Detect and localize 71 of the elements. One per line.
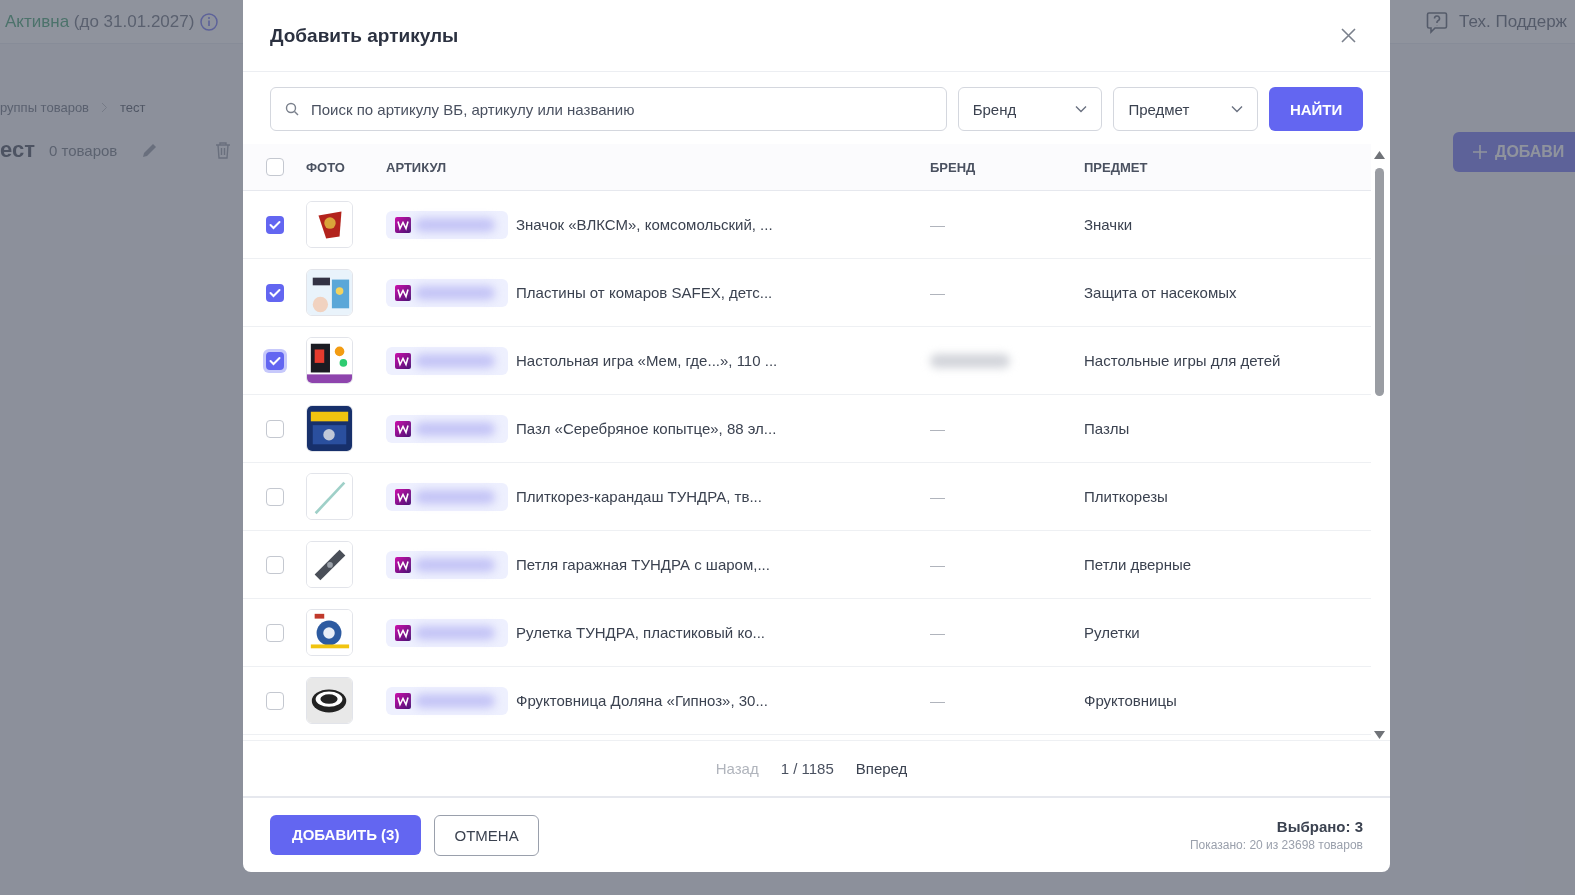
chevron-down-icon xyxy=(1075,105,1088,113)
brand-cell-text: — xyxy=(930,420,946,437)
scroll-down-icon[interactable] xyxy=(1373,730,1386,740)
checkmark-icon xyxy=(268,287,281,298)
marketplace-icon xyxy=(395,420,411,437)
subject-cell-text: Фруктовницы xyxy=(1084,692,1178,709)
column-header: АРТИКУЛ xyxy=(386,159,448,175)
checkbox[interactable] xyxy=(265,487,284,506)
product-name: Плиткорез-карандаш ТУНДРА, тв... xyxy=(516,488,762,505)
column-header: БРЕНД xyxy=(930,159,977,175)
plus-icon xyxy=(1473,145,1487,159)
next-page-button[interactable]: Вперед xyxy=(855,760,908,777)
marketplace-icon xyxy=(395,488,411,505)
shown-count: Показано: 20 из 23698 товаров xyxy=(1189,838,1363,852)
brand-cell-text: — xyxy=(930,692,946,709)
checkmark-icon xyxy=(268,355,281,366)
dialog-title: Добавить артикулы xyxy=(270,24,459,47)
breadcrumb-current: тест xyxy=(120,100,146,115)
checkbox[interactable] xyxy=(265,158,284,176)
marketplace-icon xyxy=(395,216,411,233)
column-header: ФОТО xyxy=(306,159,346,175)
product-name: Настольная игра «Мем, где...», 110 ... xyxy=(516,352,778,369)
subject-cell-text: Значки xyxy=(1084,216,1134,233)
selected-count: Выбрано: 3 xyxy=(1276,818,1363,835)
filter-dropdown[interactable]: Предмет xyxy=(1113,87,1259,131)
subject-cell-text: Петли дверные xyxy=(1084,556,1193,573)
subject-cell-text: Настольные игры для детей xyxy=(1084,352,1282,369)
product-name: Пластины от комаров SAFEX, детс... xyxy=(516,284,773,301)
marketplace-icon xyxy=(395,556,411,573)
checkbox[interactable] xyxy=(265,623,284,642)
marketplace-icon xyxy=(395,352,411,369)
checkbox[interactable] xyxy=(265,215,284,234)
scroll-up-icon[interactable] xyxy=(1373,150,1386,160)
column-header: ПРЕДМЕТ xyxy=(1084,159,1149,175)
product-name: Петля гаражная ТУНДРА с шаром,... xyxy=(516,556,770,573)
brand-cell-text: — xyxy=(930,216,946,233)
checkbox[interactable] xyxy=(265,283,284,302)
support-link[interactable]: Тех. Поддерж xyxy=(1459,11,1567,32)
product-name: Фруктовница Доляна «Гипноз», 30... xyxy=(516,692,768,709)
marketplace-icon xyxy=(395,692,411,709)
page-indicator: 1 / 1185 xyxy=(780,760,834,777)
brand-cell-text: — xyxy=(930,624,946,641)
help-chat-icon[interactable] xyxy=(1425,9,1450,34)
brand-cell-text: — xyxy=(930,556,946,573)
search-field[interactable]: Поиск по артикулу ВБ, артикулу или названию xyxy=(270,87,947,131)
subject-cell-text: Рулетки xyxy=(1084,624,1141,641)
marketplace-icon xyxy=(395,624,411,641)
checkmark-icon xyxy=(268,219,281,230)
search-icon xyxy=(285,102,299,116)
add-selected-button[interactable]: ДОБАВИТЬ (3) xyxy=(270,814,422,855)
group-title: ест xyxy=(0,137,35,163)
marketplace-icon xyxy=(395,284,411,301)
trash-icon[interactable] xyxy=(215,141,232,159)
scrollbar-thumb[interactable] xyxy=(1375,168,1384,396)
brand-cell-text: — xyxy=(930,488,946,505)
product-name: Рулетка ТУНДРА, пластиковый ко... xyxy=(516,624,765,641)
subject-cell-text: Защита от насекомых xyxy=(1084,284,1238,301)
close-icon[interactable] xyxy=(1341,28,1356,43)
chevron-down-icon xyxy=(1231,105,1244,113)
filter-dropdown[interactable]: Бренд xyxy=(957,87,1103,131)
subject-cell-text: Пазлы xyxy=(1084,420,1131,437)
checkbox[interactable] xyxy=(265,555,284,574)
subject-cell-text: Плиткорезы xyxy=(1084,488,1169,505)
checkbox[interactable] xyxy=(265,691,284,710)
brand-cell-text: — xyxy=(930,284,946,301)
find-button[interactable]: НАЙТИ xyxy=(1269,87,1363,131)
product-name: Пазл «Серебряное копытце», 88 эл... xyxy=(516,420,777,437)
info-icon xyxy=(200,12,219,31)
cancel-button[interactable]: ОТМЕНА xyxy=(434,814,539,856)
product-name: Значок «ВЛКСМ», комсомольский, ... xyxy=(516,216,773,233)
checkbox[interactable] xyxy=(265,419,284,438)
